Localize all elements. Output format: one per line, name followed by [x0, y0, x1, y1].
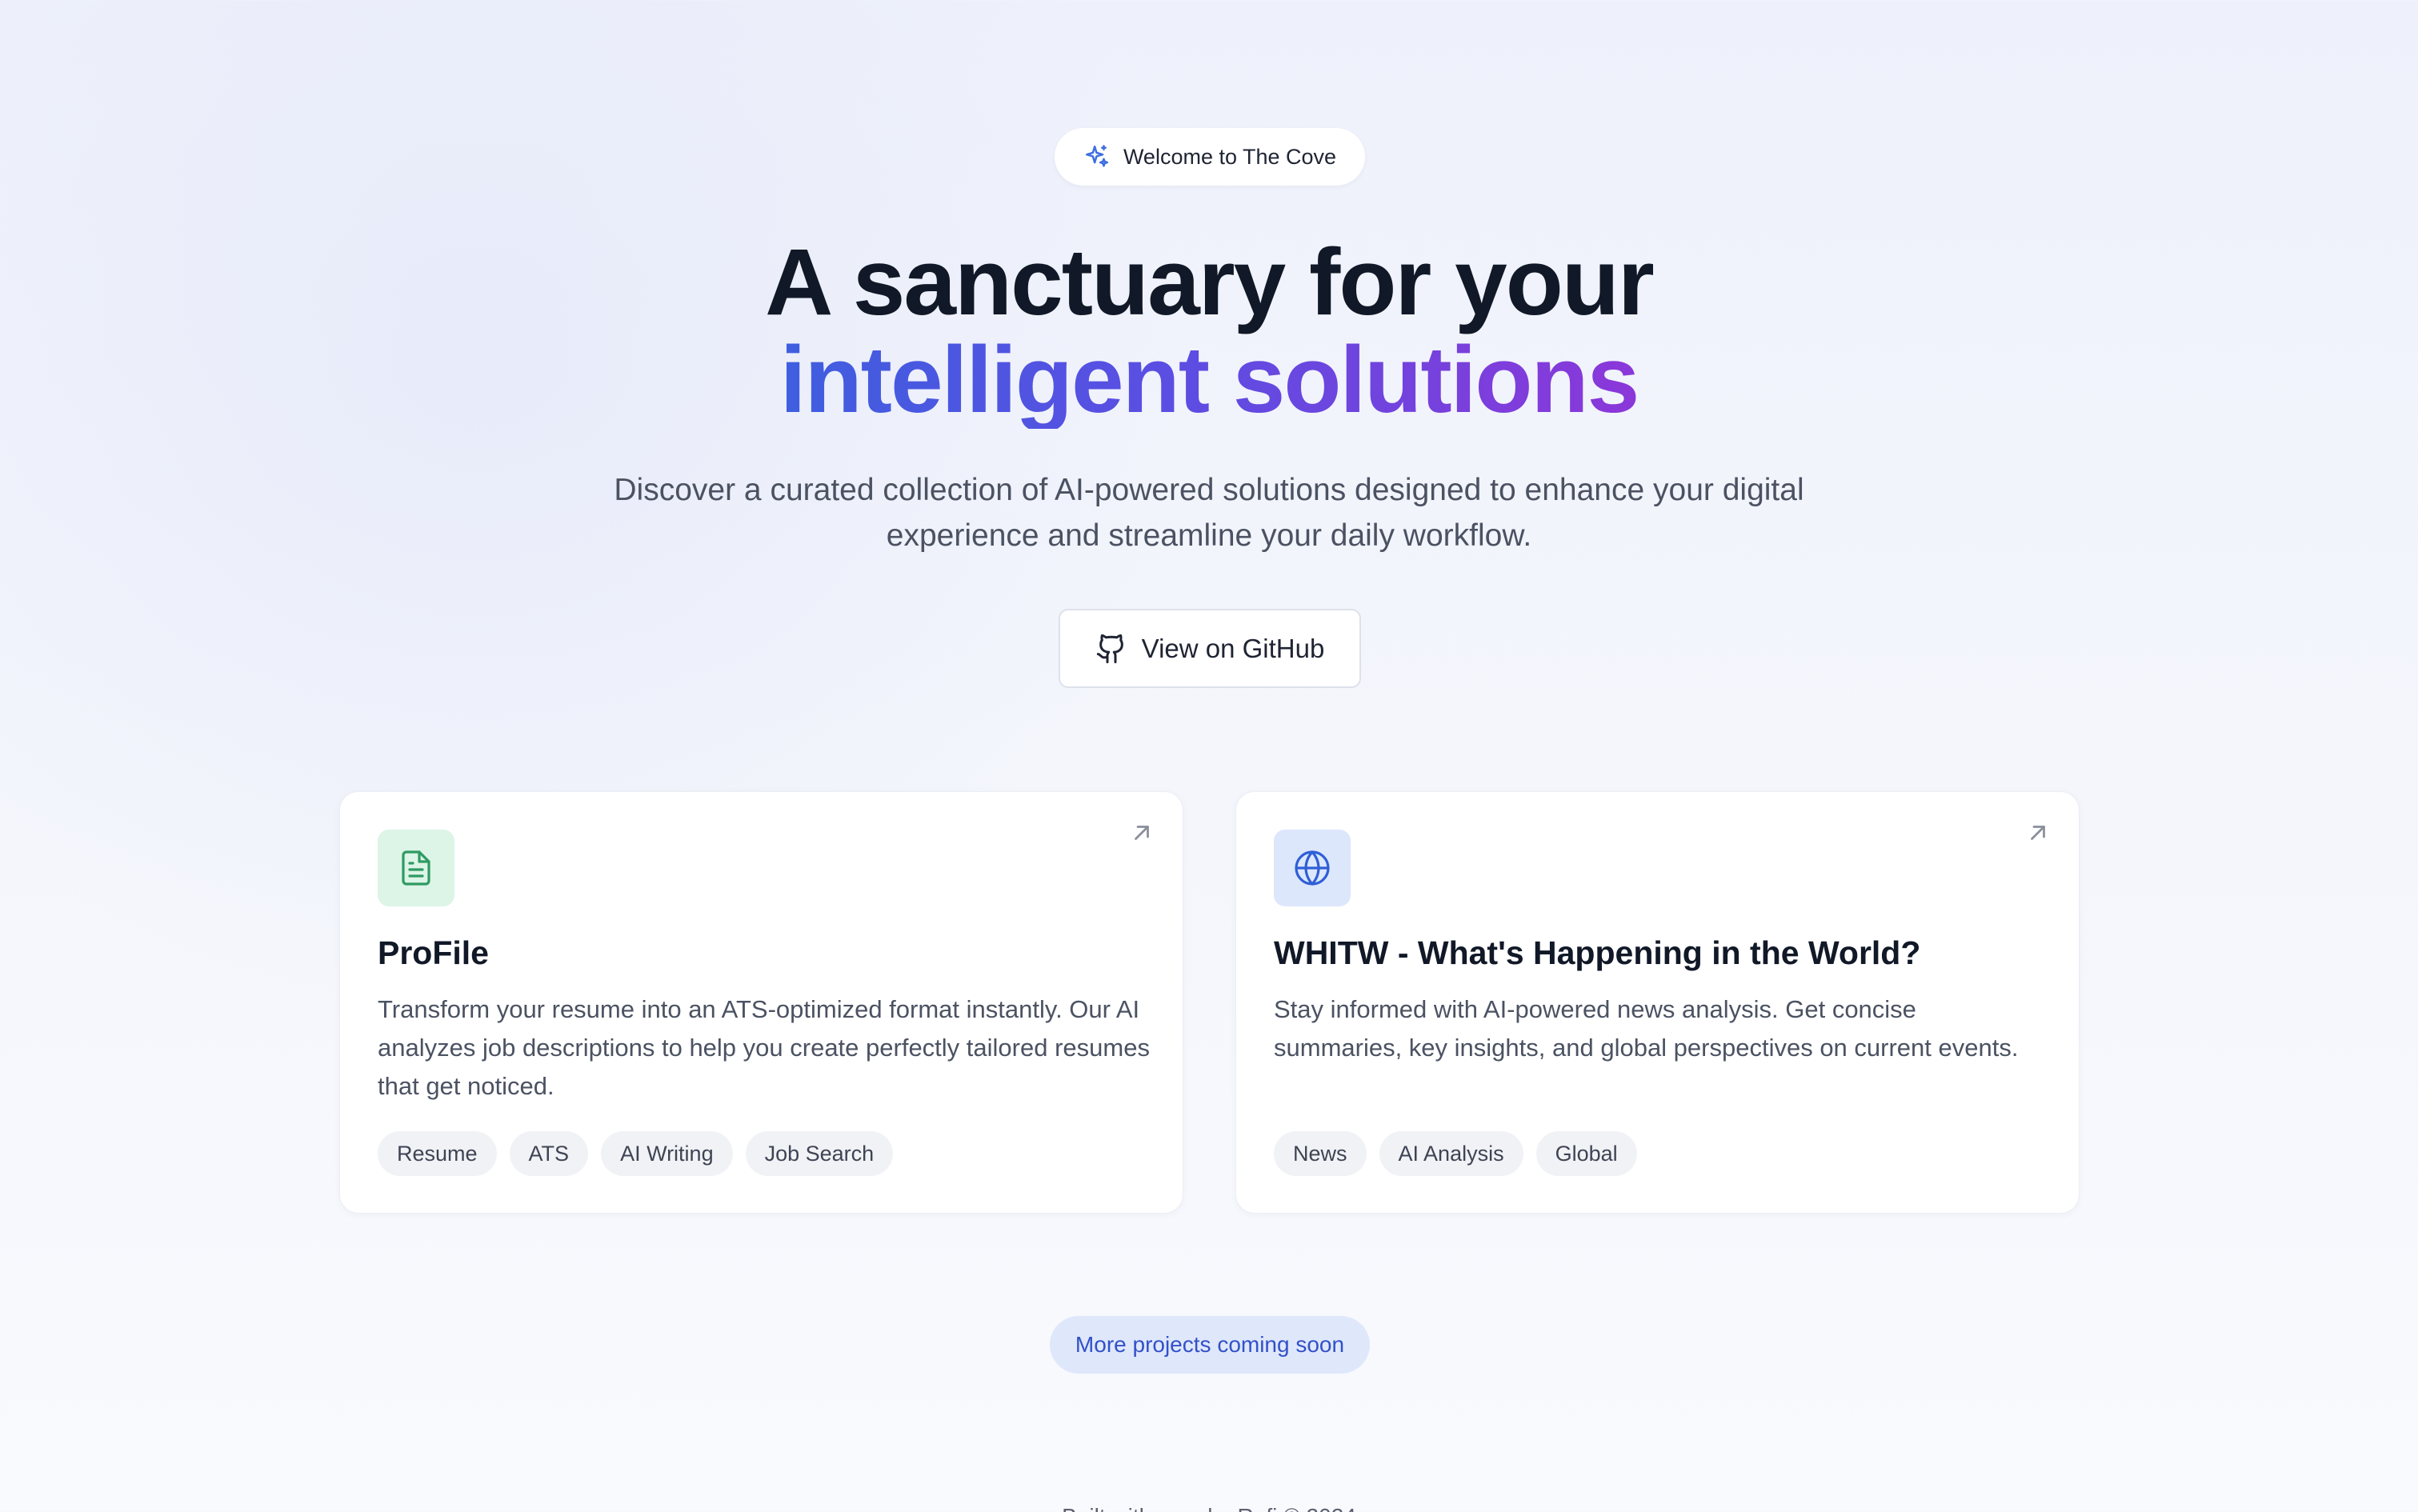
project-title: ProFile — [378, 934, 489, 971]
project-description: Stay informed with AI-powered news analy… — [1274, 995, 2019, 1062]
tag: News — [1274, 1131, 1367, 1176]
document-icon — [402, 850, 430, 886]
external-link-arrow-icon[interactable] — [2026, 821, 2050, 845]
tag: Global — [1535, 1131, 1637, 1176]
welcome-badge: Welcome to The Cove — [1055, 128, 1365, 186]
project-icon-box — [1274, 830, 1351, 906]
tag: ATS — [509, 1131, 589, 1176]
tag: AI Writing — [601, 1131, 733, 1176]
project-tags: News AI Analysis Global — [1274, 1131, 1637, 1176]
footer-text: Built with care by Rafi © 2024 — [0, 1504, 2418, 1512]
project-tags: Resume ATS AI Writing Job Search — [378, 1131, 894, 1176]
hero-title: A sanctuary for your intelligent solutio… — [0, 234, 2418, 429]
globe-icon — [1295, 850, 1330, 886]
sparkles-icon — [1085, 145, 1108, 167]
tag: Job Search — [745, 1131, 894, 1176]
project-title: WHITW - What's Happening in the World? — [1274, 934, 1921, 971]
project-description: Transform your resume into an ATS-optimi… — [378, 995, 1150, 1100]
project-card-whitw[interactable]: WHITW - What's Happening in the World? S… — [1235, 791, 2080, 1214]
view-on-github-button[interactable]: View on GitHub — [1059, 609, 1361, 688]
hero-title-line1: A sanctuary for your — [765, 230, 1655, 335]
project-card-profile[interactable]: ProFile Transform your resume into an AT… — [339, 791, 1183, 1214]
tag: Resume — [378, 1131, 497, 1176]
view-on-github-label: View on GitHub — [1141, 633, 1325, 663]
project-icon-box — [378, 830, 454, 906]
external-link-arrow-icon[interactable] — [1130, 821, 1154, 845]
hero-subtitle: Discover a curated collection of AI-powe… — [614, 473, 1804, 553]
tag: AI Analysis — [1379, 1131, 1523, 1176]
welcome-badge-label: Welcome to The Cove — [1123, 144, 1337, 169]
coming-soon-badge: More projects coming soon — [1050, 1316, 1370, 1374]
github-icon — [1096, 634, 1123, 663]
hero-title-line2: intelligent solutions — [779, 327, 1639, 433]
